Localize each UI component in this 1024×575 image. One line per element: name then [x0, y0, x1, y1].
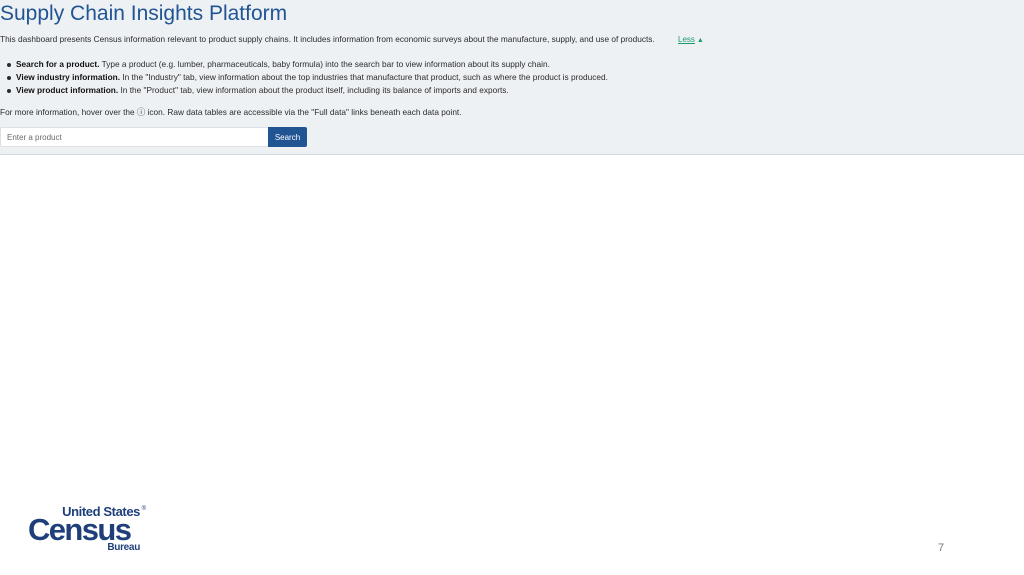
instruction-text: In the "Industry" tab, view information … — [120, 72, 608, 82]
page-title: Supply Chain Insights Platform — [0, 2, 288, 25]
search-button[interactable]: Search — [268, 127, 307, 147]
list-item: View product information. In the "Produc… — [7, 84, 608, 97]
chevron-up-icon: ▲ — [696, 37, 704, 44]
instruction-heading: View product information. — [16, 85, 119, 95]
instruction-text: Type a product (e.g. lumber, pharmaceuti… — [99, 59, 550, 69]
less-label: Less — [678, 35, 695, 44]
less-toggle-link[interactable]: Less ▲ — [678, 35, 704, 46]
instruction-text: In the "Product" tab, view information a… — [118, 85, 509, 95]
logo-registered-mark: ® — [141, 506, 146, 512]
intro-panel: Supply Chain Insights Platform This dash… — [0, 0, 1024, 155]
instruction-heading: View industry information. — [16, 72, 121, 82]
intro-text: This dashboard presents Census informati… — [0, 34, 655, 44]
instruction-heading: Search for a product. — [16, 59, 100, 69]
list-item: View industry information. In the "Indus… — [7, 71, 608, 84]
list-item: Search for a product. Type a product (e.… — [7, 58, 608, 71]
census-bureau-logo: United States ® Census Bureau — [28, 505, 148, 554]
more-info-text: For more information, hover over the ⓘ i… — [0, 107, 462, 117]
search-bar: Search — [0, 127, 307, 147]
logo-line-bureau: Bureau — [107, 542, 140, 553]
page-number: 7 — [938, 542, 945, 554]
search-input[interactable] — [0, 127, 268, 147]
instructions-list: Search for a product. Type a product (e.… — [0, 58, 608, 97]
